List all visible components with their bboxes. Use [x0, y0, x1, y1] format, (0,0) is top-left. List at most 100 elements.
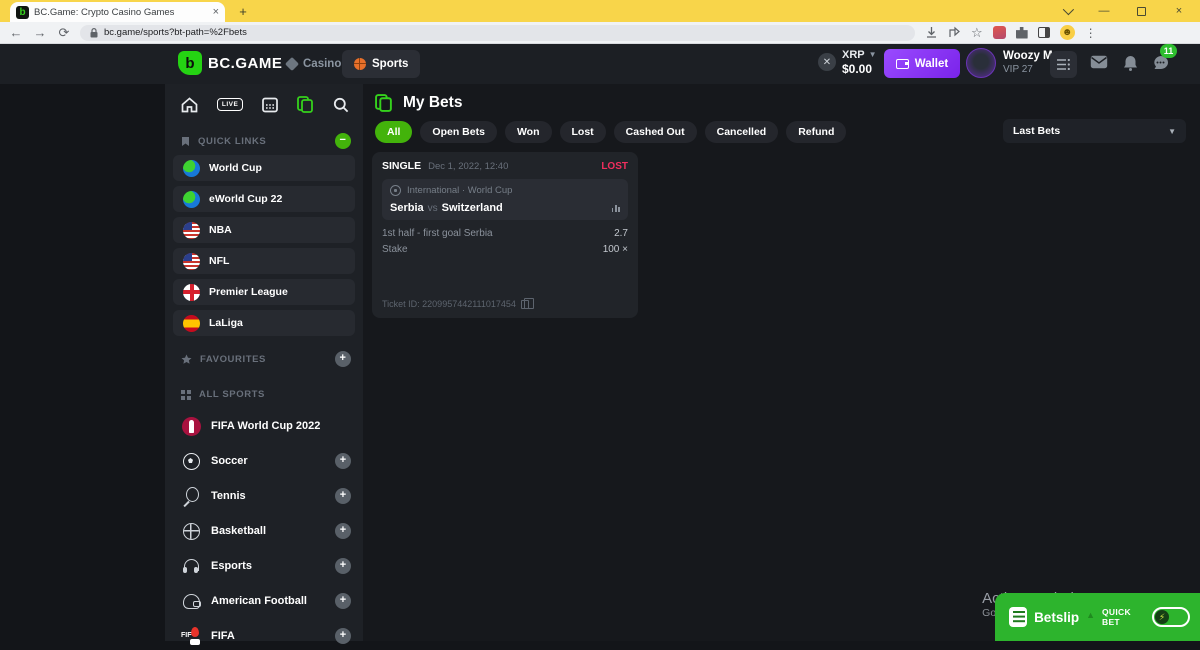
bet-match-panel: International · World Cup Serbia vs Swit… — [382, 179, 628, 220]
expand-basketball-button[interactable]: + — [335, 523, 351, 539]
browser-tab[interactable]: b BC.Game: Crypto Casino Games × — [10, 2, 225, 22]
sidebar-item-tennis[interactable]: Tennis + — [165, 482, 363, 510]
new-tab-button[interactable]: + — [235, 4, 251, 20]
betslip-icon — [1009, 607, 1027, 627]
sidebar-item-eworld-cup-22[interactable]: eWorld Cup 22 — [173, 186, 355, 212]
filter-lost[interactable]: Lost — [560, 121, 606, 143]
quick-link-label: LaLiga — [209, 317, 243, 329]
nav-casino-label: Casino — [303, 58, 341, 70]
bcgame-logo[interactable]: b BC.GAME — [178, 51, 282, 75]
currency-code: XRP — [842, 48, 865, 62]
filter-cashed-out[interactable]: Cashed Out — [614, 121, 697, 143]
bet-card[interactable]: SINGLE Dec 1, 2022, 12:40 LOST Internati… — [372, 152, 638, 318]
address-bar[interactable]: bc.game/sports?bt-path=%2Fbets — [80, 25, 915, 41]
window-minimize-button[interactable]: — — [1097, 5, 1111, 17]
user-profile[interactable]: Woozy M... VIP 27 — [966, 48, 1062, 78]
sidebar-item-fifa-world-cup-2022[interactable]: FIFA World Cup 2022 — [165, 412, 363, 440]
betslip-bar[interactable]: Betslip ▲ QUICK BET ⚡ — [995, 593, 1200, 641]
expand-american-football-button[interactable]: + — [335, 593, 351, 609]
list-icon — [1057, 59, 1070, 70]
mail-icon[interactable] — [1090, 55, 1108, 69]
sidebar-item-premier-league[interactable]: Premier League — [173, 279, 355, 305]
my-bets-icon[interactable] — [297, 96, 314, 113]
star-icon — [181, 354, 192, 365]
bet-market: 1st half - first goal Serbia — [382, 228, 493, 239]
back-button[interactable]: ← — [4, 25, 28, 40]
sidebar-item-nfl[interactable]: NFL — [173, 248, 355, 274]
favourites-header: FAVOURITES + — [165, 341, 363, 373]
ticket-id: Ticket ID: 2209957442111017454 — [382, 299, 516, 309]
quick-links-header: QUICK LINKS − — [165, 123, 363, 155]
stake-value: 100 × — [603, 244, 628, 255]
tab-close-icon[interactable]: × — [213, 6, 219, 18]
extensions-puzzle-icon[interactable] — [1016, 27, 1028, 39]
side-panel-icon[interactable] — [1038, 27, 1050, 38]
globe-icon — [183, 191, 200, 208]
stats-bars-icon[interactable] — [612, 205, 620, 212]
window-close-button[interactable]: × — [1172, 5, 1186, 17]
quick-link-label: Premier League — [209, 286, 288, 298]
world-cup-trophy-icon — [182, 417, 201, 436]
home-icon[interactable] — [181, 97, 198, 113]
expand-esports-button[interactable]: + — [335, 558, 351, 574]
all-sports-header: ALL SPORTS — [165, 379, 363, 406]
toolbar-right-icons: ☆ ☻ ⋮ — [925, 25, 1097, 41]
nav-sports[interactable]: Sports — [342, 50, 420, 78]
extension-icon[interactable] — [993, 26, 1006, 39]
sort-dropdown[interactable]: Last Bets ▼ — [1003, 119, 1186, 143]
favourites-label: FAVOURITES — [200, 354, 266, 365]
filter-won[interactable]: Won — [505, 121, 552, 143]
sidebar-item-esports[interactable]: Esports + — [165, 552, 363, 580]
filter-cancelled[interactable]: Cancelled — [705, 121, 779, 143]
share-icon[interactable] — [948, 26, 961, 39]
download-icon[interactable] — [925, 26, 938, 39]
bell-icon[interactable] — [1123, 55, 1138, 71]
lightning-icon: ⚡ — [1159, 612, 1165, 623]
sidebar: LIVE QUICK LINKS − World Cup eWorld Cup … — [165, 84, 363, 641]
sidebar-item-basketball[interactable]: Basketball + — [165, 517, 363, 545]
sidebar-item-fifa[interactable]: FIF FIFA + — [165, 622, 363, 650]
filter-open-bets[interactable]: Open Bets — [420, 121, 497, 143]
browser-menu-icon[interactable]: ⋮ — [1085, 26, 1097, 40]
filter-all[interactable]: All — [375, 121, 412, 143]
wallet-button[interactable]: Wallet — [884, 49, 960, 78]
bcgame-logo-text: BC.GAME — [208, 55, 282, 72]
bet-league: International · World Cup — [407, 185, 512, 196]
expand-tennis-button[interactable]: + — [335, 488, 351, 504]
live-icon[interactable]: LIVE — [217, 98, 243, 111]
filter-refund[interactable]: Refund — [786, 121, 846, 143]
sidebar-item-nba[interactable]: NBA — [173, 217, 355, 243]
chevron-up-icon: ▲ — [1086, 610, 1095, 620]
quick-bet-toggle[interactable]: ⚡ — [1152, 607, 1190, 627]
window-chevron-icon[interactable] — [1063, 4, 1074, 15]
window-restore-button[interactable] — [1137, 7, 1146, 16]
expand-fifa-button[interactable]: + — [335, 628, 351, 644]
calendar-icon[interactable] — [262, 97, 278, 113]
vs-label: vs — [428, 203, 438, 214]
collapse-quick-links-button[interactable]: − — [335, 133, 351, 149]
sidebar-item-american-football[interactable]: American Football + — [165, 587, 363, 615]
bookmark-star-icon[interactable]: ☆ — [971, 25, 983, 41]
add-favourite-button[interactable]: + — [335, 351, 351, 367]
all-sports-label: ALL SPORTS — [199, 389, 265, 400]
sport-label: Soccer — [211, 455, 325, 467]
page-title: My Bets — [403, 94, 462, 112]
expand-soccer-button[interactable]: + — [335, 453, 351, 469]
forward-button[interactable]: → — [28, 25, 52, 40]
wallet-icon — [896, 59, 909, 69]
copy-icon[interactable] — [521, 300, 529, 309]
nav-sports-label: Sports — [372, 58, 408, 70]
search-icon[interactable] — [333, 97, 349, 113]
browser-profile-avatar[interactable]: ☻ — [1060, 25, 1075, 40]
bet-list-button[interactable] — [1050, 51, 1077, 78]
headset-icon — [183, 559, 200, 574]
sidebar-item-soccer[interactable]: Soccer + — [165, 447, 363, 475]
reload-button[interactable]: ⟳ — [52, 25, 76, 41]
football-helmet-icon — [183, 594, 200, 609]
sidebar-item-world-cup[interactable]: World Cup — [173, 155, 355, 181]
chevron-down-icon: ▼ — [1168, 127, 1176, 136]
currency-selector[interactable]: ✕ XRP ▼ $0.00 — [818, 48, 877, 76]
quick-link-label: NBA — [209, 224, 232, 236]
away-team: Switzerland — [442, 202, 503, 214]
sidebar-item-laliga[interactable]: LaLiga — [173, 310, 355, 336]
